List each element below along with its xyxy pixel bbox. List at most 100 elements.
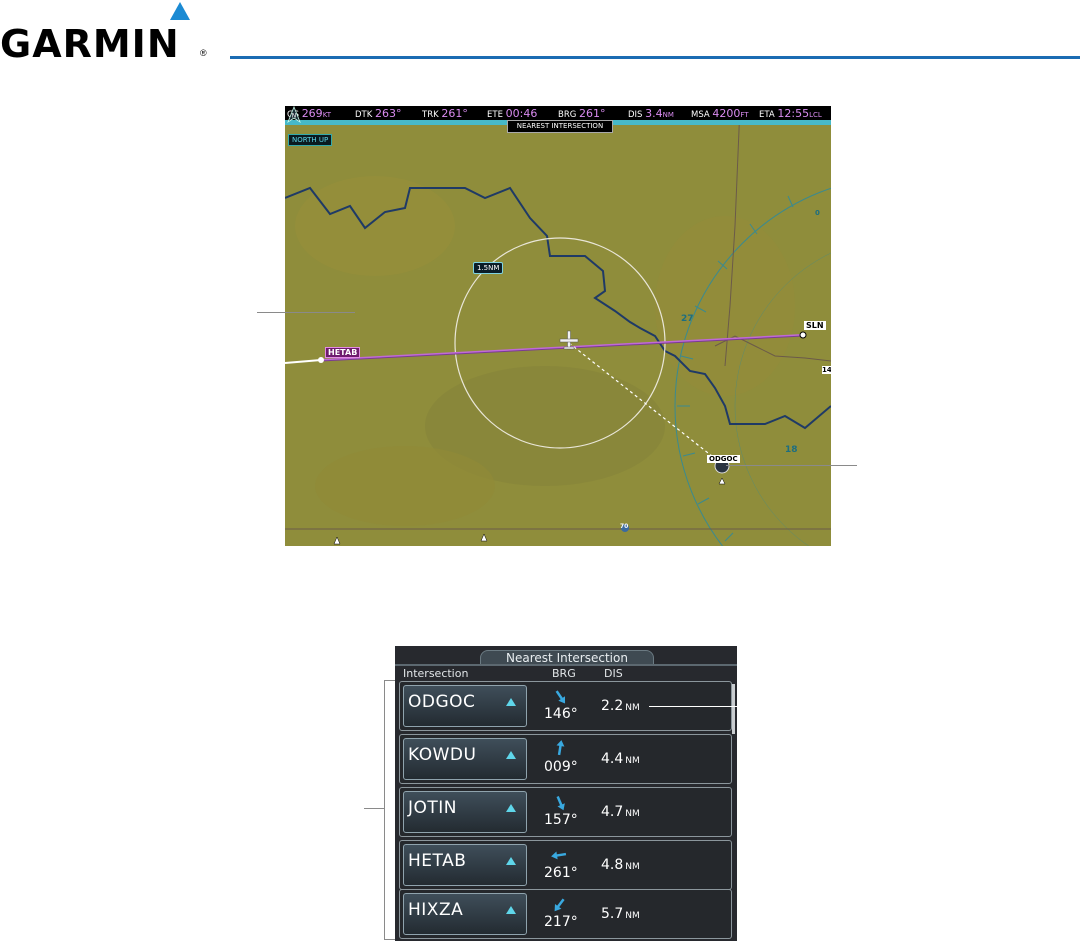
distance-value: 4.4 NM [601,751,640,767]
waypoint-name: HETAB [408,851,467,871]
marker-70: 70 [620,523,629,530]
callout-line-list [364,808,384,809]
distance-number: 2.2 [601,698,624,714]
waypoint-odgoc-label[interactable]: ODGOC [707,455,740,463]
registered-mark: ® [200,48,207,58]
list-item[interactable]: JOTIN 157° 4.7 NM [399,787,732,837]
msa-field: MSA 4200FT [691,107,749,120]
brg-field: BRG 261° [558,107,606,120]
distance-value: 4.7 NM [601,804,640,820]
bearing-value: 261° [544,865,578,881]
callout-bracket [384,680,395,940]
ete-label: ETE [487,110,503,120]
waypoint-button[interactable]: JOTIN [403,791,527,833]
waypoint-button[interactable]: HETAB [403,844,527,886]
compass-mark-0: 0 [815,209,820,217]
distance-value: 2.2 NM [601,698,640,714]
distance-unit: NM [625,756,640,766]
panel-divider [395,664,737,666]
waypoint-sln-label[interactable]: SLN [804,321,826,330]
garmin-wordmark: GARMIN [0,22,180,66]
garmin-logo: GARMIN ® [0,2,215,66]
range-ring-label: 1.5NM [473,262,504,274]
bearing-arrow-icon [551,851,567,860]
distance-number: 4.7 [601,804,624,820]
column-header-intersection: Intersection [403,667,469,680]
map-canvas [285,106,831,546]
trk-field: TRK 261° [422,107,468,120]
waypoint-name: JOTIN [408,798,458,818]
msa-value: 4200 [712,107,741,120]
list-item[interactable]: HETAB 261° 4.8 NM [399,840,732,890]
column-header-brg: BRG [552,667,576,680]
triangle-up-icon [506,698,516,706]
gs-value: 269 [301,107,323,120]
bearing-arrow-icon [554,898,565,912]
waypoint-name: ODGOC [408,692,476,712]
distance-unit: NM [625,911,640,921]
bearing-arrow-icon [556,795,565,811]
ete-field: ETE 00:46 [487,107,537,120]
header-divider [230,56,1080,59]
garmin-triangle-icon [170,2,190,20]
north-arrow-icon: N [287,106,301,124]
waypoint-name: HIXZA [408,900,464,920]
waypoint-button[interactable]: ODGOC [403,685,527,727]
distance-unit: NM [625,809,640,819]
bearing-value: 157° [544,812,578,828]
bearing-value: 009° [544,759,578,775]
navigation-map[interactable]: GS 269KT DTK 263° TRK 261° ETE 00:46 BRG… [285,106,831,546]
north-letter: N [292,113,297,120]
waypoint-button[interactable]: HIXZA [403,893,527,935]
dis-unit: NM [662,111,674,119]
navigation-data-bar: GS 269KT DTK 263° TRK 261° ETE 00:46 BRG… [285,106,831,120]
bearing-arrow-icon [556,740,565,756]
msa-label: MSA [691,110,710,120]
brg-label: BRG [558,110,577,120]
callout-line-odgoc [726,465,857,466]
callout-line-distance [649,706,761,707]
waypoint-name: KOWDU [408,745,477,765]
bearing-arrow-icon [555,690,566,704]
triangle-up-icon [506,906,516,914]
map-title: NEAREST INTERSECTION [507,120,613,133]
triangle-up-icon [506,804,516,812]
triangle-up-icon [506,857,516,865]
eta-label: ETA [759,110,775,120]
callout-line-terrain [257,312,355,313]
distance-unit: NM [625,703,640,713]
triangle-up-icon [506,751,516,759]
trk-label: TRK [422,110,439,120]
orientation-label[interactable]: NORTH UP [288,134,333,146]
distance-number: 4.4 [601,751,624,767]
trk-value: 261° [441,107,468,120]
msa-unit: FT [740,111,749,119]
eta-value: 12:55 [777,107,810,120]
distance-value: 4.8 NM [601,857,640,873]
dtk-label: DTK [355,110,373,120]
distance-number: 5.7 [601,906,624,922]
dtk-field: DTK 263° [355,107,402,120]
list-item[interactable]: KOWDU 009° 4.4 NM [399,734,732,784]
scrollbar[interactable] [732,684,735,734]
dis-value: 3.4 [645,107,663,120]
dtk-value: 263° [375,107,402,120]
compass-mark-27: 27 [681,314,694,324]
gs-unit: KT [322,111,332,119]
bearing-value: 217° [544,914,578,930]
list-item[interactable]: HIXZA 217° 5.7 NM [399,889,732,939]
compass-mark-18: 18 [785,445,798,455]
compass-mark-14: 14 [822,366,831,374]
waypoint-button[interactable]: KOWDU [403,738,527,780]
dis-field: DIS 3.4NM [628,107,674,120]
distance-value: 5.7 NM [601,906,640,922]
ete-value: 00:46 [505,107,538,120]
nearest-intersection-panel: Nearest Intersection Intersection BRG DI… [395,646,737,941]
brg-value: 261° [579,107,606,120]
dis-label: DIS [628,110,643,120]
bearing-value: 146° [544,706,578,722]
eta-unit: LCL [809,111,822,119]
waypoint-hetab-label[interactable]: HETAB [325,347,361,358]
eta-field: ETA 12:55LCL [759,107,822,120]
column-header-dis: DIS [604,667,623,680]
